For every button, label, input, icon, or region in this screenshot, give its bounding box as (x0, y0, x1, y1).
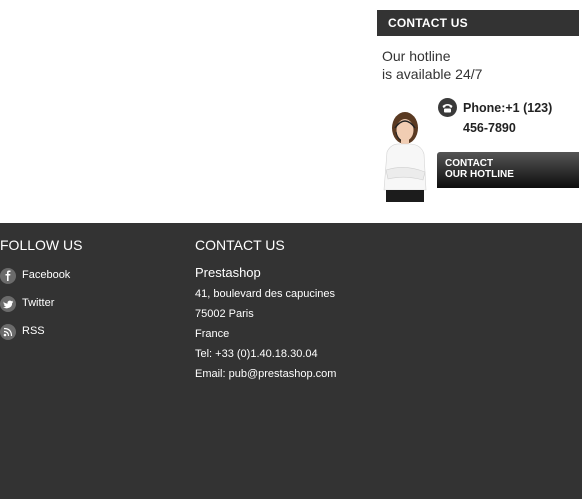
hotline-text: Our hotline is available 24/7 (382, 47, 482, 83)
address-street: 41, boulevard des capucines (195, 288, 336, 300)
footer-contact-title: CONTACT US (195, 237, 285, 253)
hotline-line-1: Our hotline (382, 48, 451, 64)
contact-block-header: CONTACT US (377, 10, 579, 36)
follow-us-title: FOLLOW US (0, 237, 83, 253)
contact-hotline-button[interactable]: CONTACT OUR HOTLINE (437, 152, 579, 188)
hotline-line-2: is available 24/7 (382, 66, 483, 82)
rss-icon (0, 324, 16, 340)
email-link[interactable]: Email: pub@prestashop.com (195, 368, 336, 380)
contact-hotline-button-line-1: CONTACT (445, 158, 494, 169)
social-link-label: Facebook (22, 269, 71, 281)
twitter-icon (0, 296, 16, 312)
address-postal: 75002 Paris (195, 308, 254, 320)
phone-number: Phone:+1 (123) 456-7890 (463, 98, 573, 138)
phone-line-2: 456-7890 (463, 121, 516, 135)
contact-hotline-button-line-2: OUR HOTLINE (445, 169, 514, 180)
company-name: Prestashop (195, 265, 261, 280)
facebook-icon (0, 268, 16, 284)
phone-icon (438, 98, 457, 117)
contact-block: CONTACT US Our hotline is available 24/7… (377, 10, 579, 210)
social-link-label: RSS (22, 325, 45, 337)
telephone: Tel: +33 (0)1.40.18.30.04 (195, 348, 318, 360)
support-agent-image (383, 112, 427, 202)
footer: FOLLOW US Facebook Twitter RSS CONTACT U… (0, 223, 582, 499)
address-country: France (195, 328, 230, 340)
social-link-label: Twitter (22, 297, 55, 309)
phone-line-1: Phone:+1 (123) (463, 101, 553, 115)
